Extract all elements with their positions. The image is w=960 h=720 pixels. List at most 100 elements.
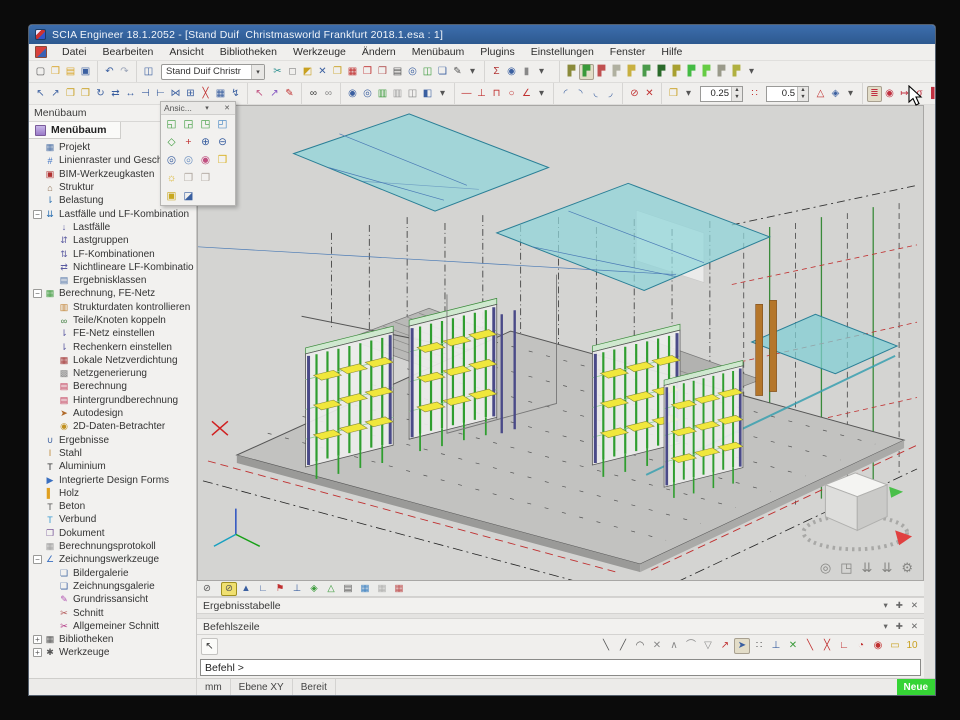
zoom-out-icon[interactable]: ⊖ — [214, 134, 231, 150]
binoculars-all-icon[interactable]: ◎ — [360, 86, 375, 102]
scale-members-icon[interactable]: ↯ — [228, 86, 243, 102]
table-to-report-icon[interactable]: ◫ — [420, 64, 435, 80]
labels-view-icon[interactable]: ⚑ — [272, 582, 288, 596]
snap-tangent-icon[interactable]: ◔ — [853, 638, 869, 654]
menu-fenster[interactable]: Fenster — [602, 45, 654, 59]
document-menu-icon[interactable] — [35, 46, 47, 58]
break-members-icon[interactable]: ⊞ — [183, 86, 198, 102]
view-perspective-icon[interactable]: ◇ — [163, 134, 180, 150]
tree-item[interactable]: ∞ Teile/Knoten koppeln — [29, 314, 196, 327]
tree-expander[interactable] — [33, 143, 42, 152]
clipping-box-toggle-icon[interactable]: ▣ — [163, 188, 180, 204]
panel-pin-icon[interactable]: ✚ — [896, 621, 903, 632]
tree-item[interactable]: ➤ Autodesign — [29, 407, 196, 420]
tree-item[interactable]: ▦ Berechnungsprotokoll — [29, 540, 196, 553]
tree-item[interactable]: − ⇊ Lastfälle und LF-Kombination — [29, 207, 196, 220]
menu-bearbeiten[interactable]: Bearbeiten — [95, 45, 162, 59]
grid-a-view-icon[interactable]: ▦ — [357, 582, 373, 596]
extend-icon[interactable]: ⊢ — [153, 86, 168, 102]
tree-item[interactable]: ∪ Ergebnisse — [29, 434, 196, 447]
activity-remove-icon[interactable]: ▛ — [699, 64, 714, 80]
wireframe-icon[interactable]: ◫ — [405, 86, 420, 102]
snap-intersection-icon[interactable]: ╳ — [819, 638, 835, 654]
fillet-corner1-icon[interactable]: ◜ — [558, 86, 573, 102]
tree-expander[interactable] — [47, 609, 56, 618]
tree-item[interactable]: ▌ Holz — [29, 487, 196, 500]
fly-through-icon[interactable]: ✕ — [642, 86, 657, 102]
snap-perpendicular-icon[interactable]: ∟ — [836, 638, 852, 654]
dimension-grid-icon[interactable]: ∷ — [747, 86, 762, 102]
snap-length-icon[interactable]: ▭ — [887, 638, 903, 654]
show-layers-icon[interactable]: ▥ — [375, 86, 390, 102]
snap-center-icon[interactable]: ◉ — [870, 638, 886, 654]
project-manager-icon[interactable]: ▤ — [63, 64, 78, 80]
tree-item[interactable]: ✂ Schnitt — [29, 606, 196, 619]
viewport-settings-icon[interactable]: ⚙ — [901, 560, 913, 576]
trim-icon[interactable]: ⊣ — [138, 86, 153, 102]
tree-item[interactable]: ▤ Ergebnisklassen — [29, 274, 196, 287]
draw-circle-icon[interactable]: ○ — [504, 86, 519, 102]
analysis-more-icon[interactable]: ▾ — [534, 64, 549, 80]
tree-expander[interactable] — [47, 382, 56, 391]
intersect-icon[interactable]: ╳ — [198, 86, 213, 102]
show-selection-icon[interactable]: ∞ — [306, 86, 321, 102]
menu-einstellungen[interactable]: Einstellungen — [523, 45, 602, 59]
grid-c-view-icon[interactable]: ▦ — [391, 582, 407, 596]
snap-edge-icon[interactable]: ⌒ — [683, 638, 699, 654]
activity-current-icon[interactable]: ▛ — [579, 64, 594, 80]
saved-selections-icon[interactable]: ❒ — [666, 86, 681, 102]
tree-expander[interactable] — [47, 409, 56, 418]
tree-item[interactable]: ⇄ Nichtlineare LF-Kombinatio — [29, 261, 196, 274]
preview-window-icon[interactable]: ❒ — [375, 64, 390, 80]
member-results-icon[interactable]: ≣ — [867, 86, 882, 102]
clipping-box-icon[interactable]: ✕ — [315, 64, 330, 80]
move-node-icon[interactable]: ↖ — [33, 86, 48, 102]
3d-viewport[interactable]: ◎◳⇊⇊⚙ — [197, 105, 924, 581]
results-table-panel-header[interactable]: Ergebnisstabelle ▾✚✕ — [197, 597, 924, 614]
snap-midpoint-icon[interactable]: ✕ — [785, 638, 801, 654]
supports-view-icon[interactable]: ▲ — [238, 582, 254, 596]
command-input[interactable] — [200, 659, 921, 676]
deformation-icon[interactable]: ↦ — [897, 86, 912, 102]
tree-item[interactable]: ▤ Hintergrundberechnung — [29, 394, 196, 407]
tree-expander[interactable] — [47, 622, 56, 631]
snap-polygon-icon[interactable]: ▽ — [700, 638, 716, 654]
tree-item[interactable]: ✂ Allgemeiner Schnitt — [29, 620, 196, 633]
tree-expander[interactable] — [47, 582, 56, 591]
tree-item[interactable]: ▦ Lokale Netzverdichtung — [29, 354, 196, 367]
panel-menu-icon[interactable]: ▾ — [883, 600, 887, 611]
spinner-arrows-icon[interactable]: ▲▼ — [797, 87, 808, 101]
viewport-level-down-icon[interactable]: ⇊ — [862, 560, 873, 576]
status-plane[interactable]: Ebene XY — [231, 679, 293, 695]
panel-menu-icon[interactable]: ▾ — [883, 621, 887, 632]
tree-item[interactable]: ⇅ LF-Kombinationen — [29, 247, 196, 260]
hide-layers-icon[interactable]: ▥ — [390, 86, 405, 102]
tree-item[interactable]: ▶ Integrierte Design Forms — [29, 473, 196, 486]
tree-item[interactable]: ▥ Strukturdaten kontrollieren — [29, 301, 196, 314]
3d-model-view[interactable] — [198, 106, 923, 580]
move-member-icon[interactable]: ↗ — [48, 86, 63, 102]
zoom-selection-icon[interactable]: ◉ — [197, 152, 214, 168]
tree-expander[interactable] — [47, 303, 56, 312]
grid-b-view-icon[interactable]: ▦ — [374, 582, 390, 596]
scale-loads-icon[interactable]: △ — [813, 86, 828, 102]
viewport-cube-icon[interactable]: ◳ — [840, 560, 852, 576]
draw-line-icon[interactable]: — — [459, 86, 474, 102]
picture-2-icon[interactable]: ❐ — [197, 170, 214, 186]
slope-view-icon[interactable]: △ — [323, 582, 339, 596]
link-visible-icon[interactable]: ⊘ — [199, 582, 215, 596]
tree-expander[interactable] — [47, 569, 56, 578]
tree-item[interactable]: + ✱ Werkzeuge — [29, 646, 196, 659]
ucs-axes-icon[interactable]: + — [180, 134, 197, 150]
tree-expander[interactable]: − — [33, 210, 42, 219]
tree-expander[interactable] — [47, 329, 56, 338]
tree-expander[interactable] — [47, 263, 56, 272]
chevron-down-icon[interactable]: ▾ — [251, 65, 264, 79]
status-units[interactable]: mm — [197, 679, 231, 695]
command-line-panel-header[interactable]: Befehlszeile ▾✚✕ — [197, 618, 924, 635]
snap-ortho-icon[interactable]: ⊥ — [768, 638, 784, 654]
menu-ansicht[interactable]: Ansicht — [161, 45, 211, 59]
tree-item[interactable]: ❏ Bildergalerie — [29, 567, 196, 580]
tree-item[interactable]: + ▦ Bibliotheken — [29, 633, 196, 646]
menu-werkzeuge[interactable]: Werkzeuge — [285, 45, 354, 59]
